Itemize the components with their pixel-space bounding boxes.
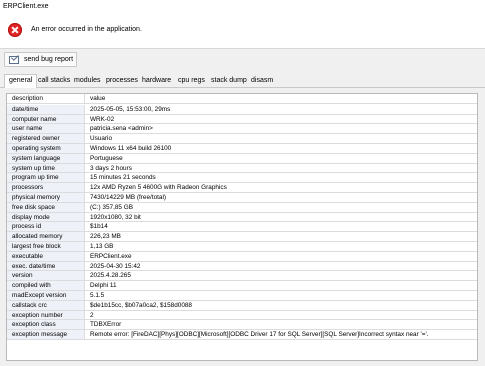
header-value: value — [90, 95, 106, 102]
row-description: computer name — [12, 115, 57, 123]
row-value: Windows 11 x64 build 26100 — [90, 145, 172, 152]
row-value: ERPClient.exe — [90, 252, 132, 260]
tab-general[interactable]: general — [4, 74, 38, 89]
title-bar: ERPClient.exe — [0, 0, 485, 14]
tab-cpu-regs[interactable]: cpu regs — [178, 76, 205, 88]
row-description: program up time — [12, 174, 59, 182]
table-row[interactable]: processors 12x AMD Ryzen 5 4600G with Rad… — [7, 183, 477, 193]
row-value: $de1b15cc, $b07a0ca2, $158d0088 — [90, 301, 192, 309]
row-description: exception message — [12, 331, 68, 339]
row-value: patricia.sena <admin> — [90, 125, 153, 133]
table-row[interactable]: process id $1b14 — [7, 222, 477, 233]
row-value: Usuario — [90, 135, 113, 143]
row-description: largest free block — [12, 243, 61, 250]
row-value: Portuguese — [90, 154, 123, 162]
row-description: exception class — [12, 321, 56, 329]
row-value: 2025-04-30 15:42 — [90, 262, 141, 270]
table-row[interactable]: compiled with Delphi 11 — [7, 281, 477, 291]
row-value: 2025.4.28.265 — [90, 272, 131, 280]
tab-content: description value date/time 2025-05-05, 1… — [0, 88, 485, 366]
table-row[interactable]: exception number 2 — [7, 310, 477, 321]
row-value: 7430/14229 MB (free/total) — [90, 194, 167, 201]
send-bug-report-label: send bug report — [24, 56, 74, 63]
grid-header: description value — [7, 94, 477, 104]
table-row[interactable]: system up time 3 days 2 hours — [7, 163, 477, 174]
row-description: allocated memory — [12, 233, 63, 241]
row-description: date/time — [12, 105, 39, 113]
table-row[interactable]: free disk space (C:) 357,85 GB — [7, 202, 477, 213]
table-row[interactable]: exception message Remote error: [FireDAC]… — [7, 330, 477, 340]
table-row[interactable]: exception class TDBXError — [7, 320, 477, 331]
table-row[interactable]: operating system Windows 11 x64 build 261… — [7, 144, 477, 154]
table-row[interactable]: exec. date/time 2025-04-30 15:42 — [7, 261, 477, 272]
row-description: physical memory — [12, 194, 60, 201]
table-row[interactable]: registered owner Usuario — [7, 134, 477, 144]
send-report-icon — [9, 56, 19, 64]
table-row[interactable]: display mode 1920x1080, 32 bit — [7, 212, 477, 223]
row-description: compiled with — [12, 282, 51, 290]
row-description: registered owner — [12, 135, 60, 143]
row-value: 2025-05-05, 15:53:00, 29ms — [90, 105, 171, 113]
row-description: exec. date/time — [12, 262, 56, 270]
table-row[interactable]: user name patricia.sena <admin> — [7, 124, 477, 135]
table-row[interactable]: callstack crc $de1b15cc, $b07a0ca2, $158d… — [7, 300, 477, 311]
row-value: WRK-02 — [90, 115, 115, 123]
table-row[interactable]: system language Portuguese — [7, 153, 477, 164]
table-row[interactable]: date/time 2025-05-05, 15:53:00, 29ms — [7, 104, 477, 115]
row-description: exception number — [12, 311, 63, 319]
table-row[interactable]: physical memory 7430/14229 MB (free/total… — [7, 193, 477, 203]
row-description: operating system — [12, 145, 61, 152]
row-description: display mode — [12, 213, 50, 221]
tab-modules[interactable]: modules — [74, 76, 100, 88]
table-row[interactable]: allocated memory 226,23 MB — [7, 232, 477, 242]
info-grid: description value date/time 2025-05-05, 1… — [6, 93, 478, 361]
row-description: system up time — [12, 164, 55, 172]
tab-processes[interactable]: processes — [106, 76, 138, 88]
row-description: user name — [12, 125, 43, 133]
row-value: $1b14 — [90, 223, 108, 231]
row-description: processors — [12, 184, 44, 192]
row-value: (C:) 357,85 GB — [90, 203, 133, 211]
row-description: system language — [12, 154, 61, 162]
row-value: 5.1.5 — [90, 292, 105, 299]
window-title: ERPClient.exe — [3, 3, 49, 10]
table-row[interactable]: program up time 15 minutes 21 seconds — [7, 173, 477, 184]
tab-stack-dump[interactable]: stack dump — [211, 76, 247, 88]
bug-report-bar: send bug report — [0, 48, 485, 70]
row-value: 1,13 GB — [90, 243, 114, 250]
row-value: 3 days 2 hours — [90, 164, 132, 172]
tab-call-stacks[interactable]: call stacks — [38, 76, 70, 88]
error-panel: An error occurred in the application. — [0, 14, 485, 48]
row-description: executable — [12, 252, 43, 260]
table-row[interactable]: executable ERPClient.exe — [7, 251, 477, 262]
row-value: 1920x1080, 32 bit — [90, 213, 141, 221]
row-description: free disk space — [12, 203, 55, 211]
row-value: 15 minutes 21 seconds — [90, 174, 156, 182]
table-row[interactable]: version 2025.4.28.265 — [7, 271, 477, 282]
send-bug-report-button[interactable]: send bug report — [4, 52, 77, 67]
table-row[interactable]: computer name WRK-02 — [7, 114, 477, 125]
row-value: 2 — [90, 311, 94, 319]
row-description: version — [12, 272, 33, 280]
row-description: process id — [12, 223, 42, 231]
error-icon — [8, 23, 22, 37]
table-row[interactable]: largest free block 1,13 GB — [7, 242, 477, 252]
row-value: 226,23 MB — [90, 233, 121, 241]
row-description: madExcept version — [12, 292, 67, 299]
error-message: An error occurred in the application. — [31, 26, 142, 33]
row-value: Delphi 11 — [90, 282, 117, 290]
row-value: TDBXError — [90, 321, 122, 329]
row-value: 12x AMD Ryzen 5 4600G with Radeon Graphi… — [90, 184, 227, 192]
header-description: description — [12, 95, 43, 102]
row-value: Remote error: [FireDAC][Phys][ODBC][Micr… — [90, 331, 429, 339]
table-row[interactable]: madExcept version 5.1.5 — [7, 291, 477, 301]
tab-strip: general call stacks modules processes ha… — [0, 70, 485, 89]
tab-disasm[interactable]: disasm — [251, 76, 273, 88]
row-description: callstack crc — [12, 301, 47, 309]
tab-hardware[interactable]: hardware — [142, 76, 171, 88]
